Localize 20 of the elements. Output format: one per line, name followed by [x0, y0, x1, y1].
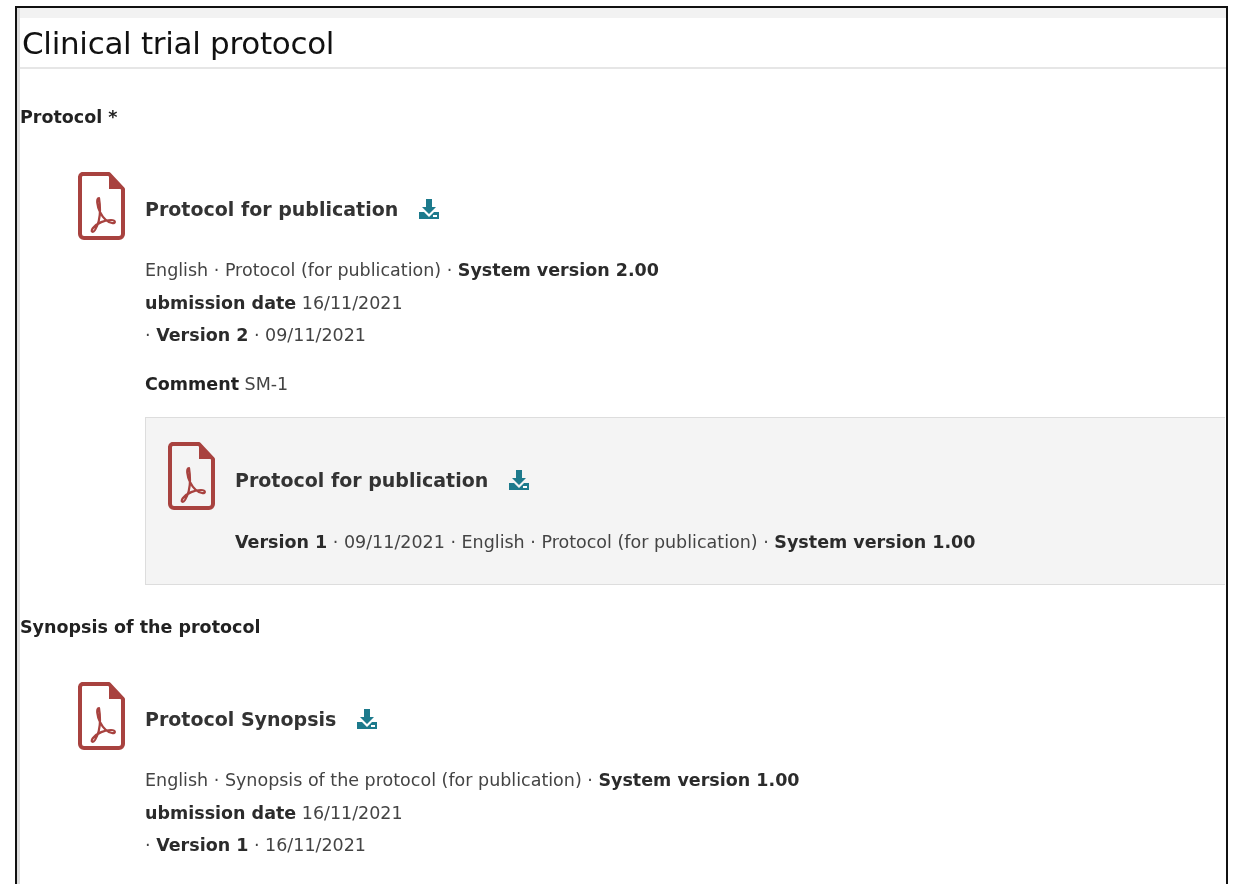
document-details: · Version 1 · 16/11/2021 — [145, 834, 367, 857]
page-title: Clinical trial protocol — [20, 18, 1226, 69]
document-details: Version 1 · 09/11/2021 · English · Protocol (for publication) · System version 1.00 — [235, 530, 976, 554]
document-title[interactable]: Protocol for publication — [235, 468, 489, 491]
document-details: English · Synopsis of the protocol (for publication) · System version 1.00 — [145, 769, 800, 792]
document-details: ubmission date 16/11/2021 — [145, 801, 404, 825]
document-title[interactable]: Protocol for publication — [145, 198, 399, 220]
document-details: · Version 2 · 09/11/2021 — [145, 324, 367, 347]
section-heading: Protocol * — [20, 107, 119, 127]
pdf-file-icon — [168, 441, 215, 510]
section-heading: Synopsis of the protocol — [20, 617, 262, 637]
download-icon[interactable] — [508, 468, 531, 491]
document-details: English · Protocol (for publication) · System version 2.00 — [145, 259, 660, 282]
pdf-file-icon — [78, 682, 125, 750]
pdf-file-icon — [78, 172, 125, 240]
document-comment: Comment SM-1 — [145, 372, 290, 396]
download-icon[interactable] — [418, 198, 441, 220]
document-title[interactable]: Protocol Synopsis — [145, 708, 337, 730]
download-icon[interactable] — [356, 708, 379, 730]
document-details: ubmission date 16/11/2021 — [145, 291, 404, 315]
